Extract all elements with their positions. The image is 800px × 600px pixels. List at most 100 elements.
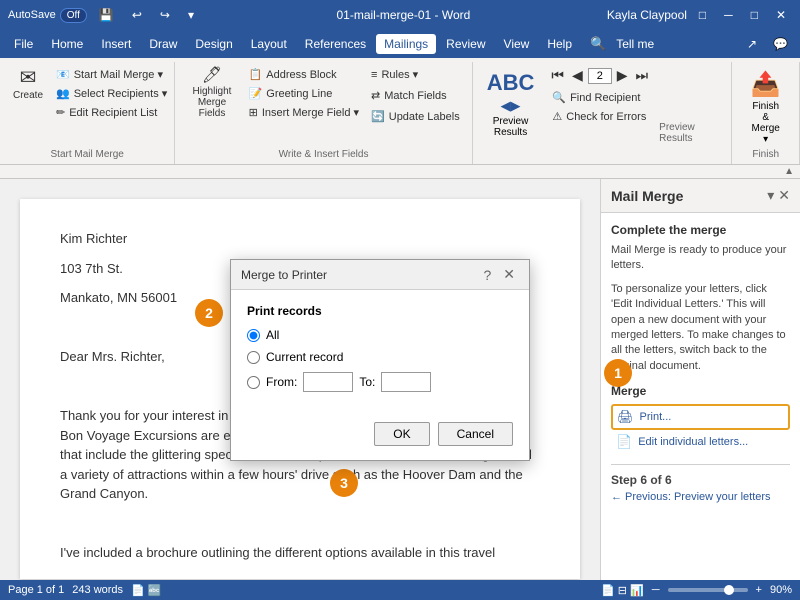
edit-recipient-icon: ✏: [56, 106, 65, 119]
share-button[interactable]: ↗: [741, 35, 763, 53]
to-input[interactable]: [381, 372, 431, 392]
step-area: Step 6 of 6 ← Previous: Preview your let…: [611, 464, 790, 503]
customize-button[interactable]: ▾: [182, 6, 200, 24]
rules-button[interactable]: ≡ Rules ▾: [367, 66, 464, 83]
edit-recipient-list-button[interactable]: ✏ Edit Recipient List: [52, 104, 171, 121]
complete-merge-title: Complete the merge: [611, 223, 790, 237]
from-input[interactable]: [303, 372, 353, 392]
menu-bar: File Home Insert Draw Design Layout Refe…: [0, 30, 800, 58]
menu-file[interactable]: File: [6, 34, 41, 54]
doc-line-1: Kim Richter: [60, 229, 540, 249]
collapse-ribbon-button[interactable]: ▲: [784, 166, 794, 177]
menu-view[interactable]: View: [496, 34, 538, 54]
ribbon-display-button[interactable]: □: [693, 6, 712, 24]
undo-button[interactable]: ↩: [126, 6, 148, 24]
zoom-slider[interactable]: [668, 588, 748, 592]
record-number-input[interactable]: [588, 68, 612, 84]
merge-links-area: 🖨 Print... 📄 Edit individual letters...: [611, 404, 790, 454]
radio-from-input[interactable]: [247, 376, 260, 389]
panel-close-button[interactable]: ✕: [778, 187, 790, 204]
menu-help[interactable]: Help: [539, 34, 580, 54]
prev-step-link[interactable]: ← Previous: Preview your letters: [611, 491, 790, 503]
mail-merge-panel: Mail Merge ▾ ✕ Complete the merge Mail M…: [600, 179, 800, 599]
finish-merge-button[interactable]: 📤 Finish &Merge ▾: [740, 66, 791, 149]
last-record-button[interactable]: ⏭: [633, 66, 652, 85]
menu-mailings[interactable]: Mailings: [376, 34, 436, 54]
autosave-area: AutoSave Off: [8, 8, 87, 23]
update-labels-button[interactable]: 🔄 Update Labels: [367, 108, 464, 125]
menu-design[interactable]: Design: [187, 34, 240, 54]
menu-references[interactable]: References: [297, 34, 374, 54]
insert-merge-field-icon: ⊞: [249, 106, 258, 119]
zoom-thumb[interactable]: [724, 585, 734, 595]
dialog-close-button[interactable]: ✕: [499, 266, 519, 283]
print-link[interactable]: 🖨 Print...: [611, 404, 790, 430]
minimize-button[interactable]: ─: [718, 6, 739, 24]
create-icon: ✉: [20, 68, 37, 88]
update-labels-label: Update Labels: [389, 111, 460, 123]
ribbon-group-start-mail-merge: ✉ Create 📧 Start Mail Merge ▾ 👥 Select R…: [0, 62, 175, 164]
rules-column: ≡ Rules ▾ ⇄ Match Fields 🔄 Update Labels: [367, 66, 464, 125]
save-button[interactable]: 💾: [93, 6, 120, 24]
insert-merge-field-button[interactable]: ⊞ Insert Merge Field ▾: [245, 104, 363, 121]
redo-button[interactable]: ↪: [154, 6, 176, 24]
menu-layout[interactable]: Layout: [243, 34, 295, 54]
title-bar-right: Kayla Claypool □ ─ □ ✕: [607, 6, 792, 24]
dialog-help-button[interactable]: ?: [479, 266, 495, 283]
autosave-toggle[interactable]: Off: [60, 8, 87, 23]
greeting-line-button[interactable]: 📝 Greeting Line: [245, 85, 363, 102]
start-mail-merge-button[interactable]: 📧 Start Mail Merge ▾: [52, 66, 171, 83]
match-fields-icon: ⇄: [371, 89, 380, 102]
edit-individual-link[interactable]: 📄 Edit individual letters...: [611, 430, 790, 454]
next-record-button[interactable]: ▶: [614, 66, 631, 85]
select-recipients-button[interactable]: 👥 Select Recipients ▾: [52, 85, 171, 102]
menu-draw[interactable]: Draw: [141, 34, 185, 54]
panel-title: Mail Merge: [611, 188, 683, 204]
finish-merge-icon: 📤: [751, 70, 781, 99]
status-left: Page 1 of 1 243 words 📄 🔤: [8, 584, 162, 597]
ok-button[interactable]: OK: [374, 422, 429, 446]
highlight-label: HighlightMerge Fields: [187, 86, 236, 119]
match-fields-button[interactable]: ⇄ Match Fields: [367, 87, 464, 104]
radio-from-option: From: To:: [247, 372, 513, 392]
first-record-button[interactable]: ⏮: [548, 66, 567, 85]
menu-review[interactable]: Review: [438, 34, 493, 54]
prev-record-button[interactable]: ◀: [569, 66, 586, 85]
panel-dropdown-button[interactable]: ▾: [767, 187, 774, 204]
highlight-merge-fields-button[interactable]: 🖊 HighlightMerge Fields: [183, 66, 240, 121]
panel-header-controls: ▾ ✕: [767, 187, 790, 204]
address-block-button[interactable]: 📋 Address Block: [245, 66, 363, 83]
user-name: Kayla Claypool: [607, 8, 687, 22]
zoom-plus[interactable]: +: [756, 584, 762, 596]
dialog-controls: ? ✕: [479, 266, 519, 283]
complete-merge-desc: Mail Merge is ready to produce your lett…: [611, 243, 790, 274]
panel-header: Mail Merge ▾ ✕: [601, 179, 800, 213]
print-label: Print...: [640, 411, 672, 423]
close-window-button[interactable]: ✕: [770, 6, 792, 24]
maximize-button[interactable]: □: [745, 6, 764, 24]
find-errors-col: 🔍 Find Recipient ⚠ Check for Errors: [548, 89, 651, 125]
menu-tell-me[interactable]: Tell me: [608, 34, 662, 54]
cancel-button[interactable]: Cancel: [438, 422, 513, 446]
radio-from-label: From:: [266, 375, 297, 389]
find-recipient-button[interactable]: 🔍 Find Recipient: [548, 89, 651, 106]
create-button[interactable]: ✉ Create: [8, 66, 48, 103]
select-recipients-icon: 👥: [56, 87, 70, 100]
menu-home[interactable]: Home: [43, 34, 91, 54]
callout-badge-3: 3: [330, 469, 358, 497]
document-title: 01-mail-merge-01 - Word: [337, 8, 471, 22]
start-mail-merge-icon: 📧: [56, 68, 70, 81]
finish-merge-label: Finish &Merge ▾: [748, 101, 783, 145]
check-for-errors-button[interactable]: ⚠ Check for Errors: [548, 108, 651, 125]
radio-current-input[interactable]: [247, 351, 260, 364]
menu-insert[interactable]: Insert: [93, 34, 139, 54]
rules-icon: ≡: [371, 69, 377, 81]
zoom-minus[interactable]: ─: [652, 584, 660, 596]
radio-all-input[interactable]: [247, 329, 260, 342]
ribbon-group-write-insert: 🖊 HighlightMerge Fields 📋 Address Block …: [175, 62, 472, 164]
ribbon-group-start-mail-merge-content: ✉ Create 📧 Start Mail Merge ▾ 👥 Select R…: [8, 66, 171, 145]
comments-button[interactable]: 💬: [767, 35, 794, 53]
preview-results-button[interactable]: ABC ◀▶ PreviewResults: [481, 66, 541, 142]
radio-all-option: All: [247, 328, 513, 342]
autosave-label: AutoSave: [8, 9, 56, 21]
